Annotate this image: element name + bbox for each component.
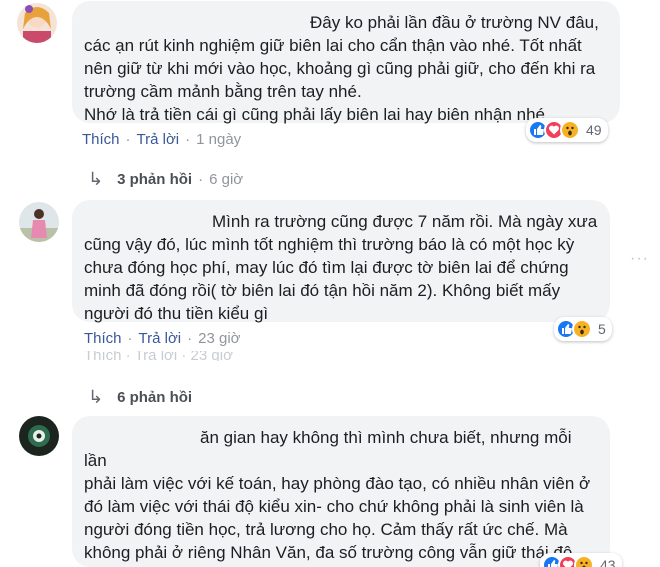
separator-dot: · (198, 171, 204, 188)
comment-bubble-3: ăn gian hay không thì mình chưa biết, nh… (72, 416, 610, 567)
comment-time[interactable]: 23 giờ (198, 330, 240, 347)
commenter-avatar-1[interactable] (17, 3, 57, 43)
wow-icon (560, 120, 580, 140)
view-replies-2[interactable]: ↳ 6 phản hồi (88, 387, 192, 408)
reaction-count: 43 (600, 557, 616, 567)
comment-actions-1: Thích · Trả lời · 1 ngày (82, 131, 241, 148)
like-link[interactable]: Thích (84, 330, 122, 347)
like-link[interactable]: Thích (82, 131, 120, 148)
comment-time[interactable]: 1 ngày (196, 131, 241, 148)
replies-count[interactable]: 3 phản hồi (117, 171, 192, 188)
reaction-summary-1[interactable]: 49 (526, 118, 608, 142)
reply-link[interactable]: Trả lời (139, 330, 182, 347)
comment-bubble-2: Mình ra trường cũng được 7 năm rồi. Mà n… (72, 200, 610, 323)
comment-actions-2: Thích · Trả lời · 23 giờ (84, 330, 241, 347)
wow-icon (574, 555, 594, 567)
reaction-count: 5 (598, 321, 606, 337)
reaction-summary-2[interactable]: 5 (554, 317, 612, 341)
comment-text-3: ăn gian hay không thì mình chưa biết, nh… (84, 428, 591, 567)
more-options-icon[interactable]: ··· (630, 250, 649, 268)
reply-arrow-icon: ↳ (88, 169, 104, 189)
replies-time: 6 giờ (209, 171, 244, 188)
comment-text-1: Đây ko phải lần đầu ở trường NV đâu, các… (84, 13, 599, 124)
separator-dot: · (185, 131, 191, 148)
view-replies-1[interactable]: ↳ 3 phản hồi · 6 giờ (88, 169, 243, 190)
reply-arrow-icon: ↳ (88, 387, 104, 407)
reaction-summary-3[interactable]: 43 (540, 553, 622, 567)
duplicate-actions-artifact: Thích · Trả lời · 23 giờ (84, 351, 233, 361)
reaction-count: 49 (586, 122, 602, 138)
separator-dot: · (125, 131, 131, 148)
wow-icon (572, 319, 592, 339)
reply-link[interactable]: Trả lời (137, 131, 180, 148)
commenter-avatar-3[interactable] (19, 416, 59, 456)
separator-dot: · (127, 330, 133, 347)
commenter-avatar-2[interactable] (19, 202, 59, 242)
replies-count[interactable]: 6 phản hồi (117, 389, 192, 406)
comment-bubble-1: Đây ko phải lần đầu ở trường NV đâu, các… (72, 1, 620, 124)
separator-dot: · (187, 330, 193, 347)
comment-text-2: Mình ra trường cũng được 7 năm rồi. Mà n… (84, 212, 598, 323)
